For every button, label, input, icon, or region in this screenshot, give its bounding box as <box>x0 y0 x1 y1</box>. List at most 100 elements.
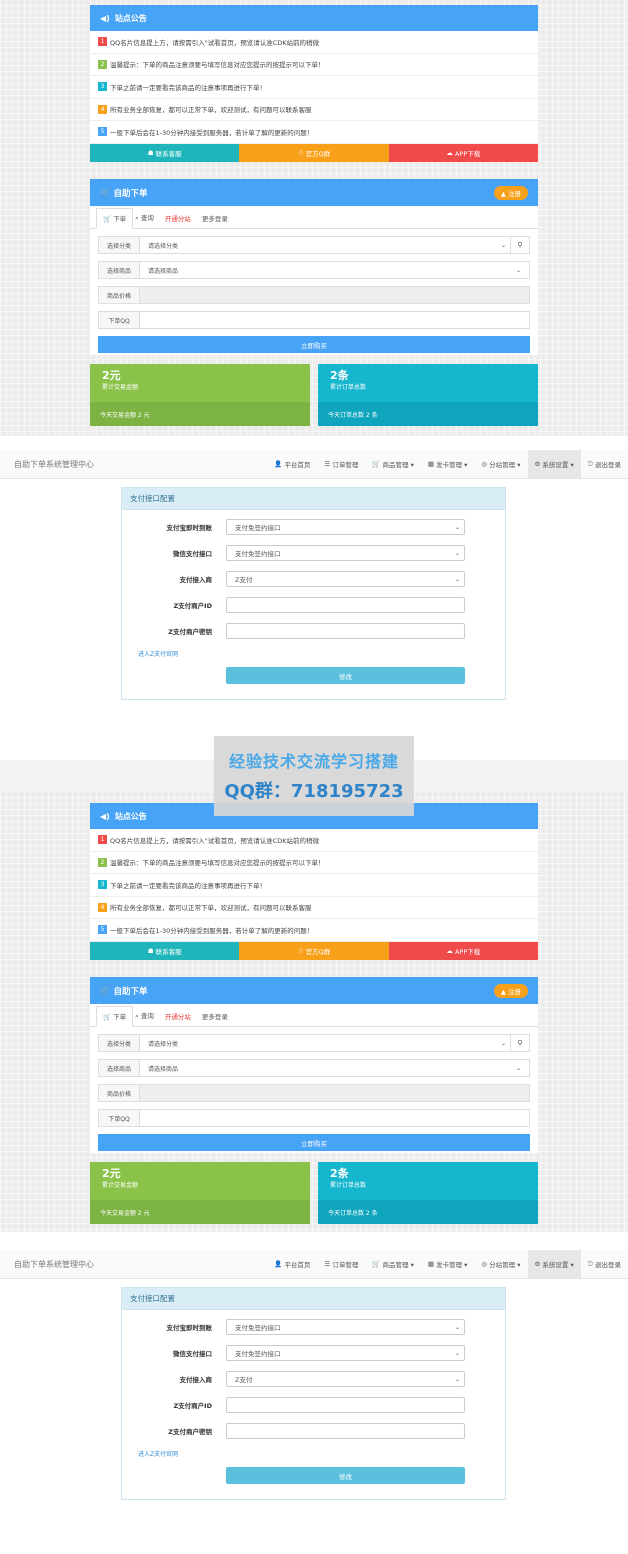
cart-icon: 🛒 <box>103 1013 114 1021</box>
merchant-key-input[interactable] <box>226 623 465 639</box>
contact-service-label: 联系客服 <box>155 149 182 158</box>
qq-input[interactable] <box>140 312 529 328</box>
watermark: 经验技术交流学习搭建 QQ群：718195723 <box>214 736 414 816</box>
contact-service-button[interactable]: ☗ 联系客服 <box>90 941 240 960</box>
save-button[interactable]: 修改 <box>226 667 465 684</box>
merchant-id-input[interactable] <box>226 1397 465 1413</box>
announcement-buttons: ☗ 联系客服 ☃ 官方Q群 ☁ APP下载 <box>90 941 538 960</box>
nav-platform-home[interactable]: 👤 平台首页 <box>267 1250 317 1278</box>
tab-query[interactable]: ⌕ 查询 <box>133 212 163 228</box>
pay-provider-value: Z支付 <box>235 576 253 584</box>
payment-config-panel: 支付接口配置 支付宝即时到账 支付免签约接口 ⌄ 微信支付接口 支付免签约接口 ⌄ 支付… <box>121 1287 506 1500</box>
nav-label: 订单管理 <box>332 461 359 469</box>
tab-open-substation[interactable]: 开通分站 <box>163 1011 200 1026</box>
goods-select[interactable]: 请选择商品 ⌄ <box>140 1060 529 1076</box>
list-icon: ☰ <box>324 1260 331 1268</box>
official-qq-group-label: 官方Q群 <box>305 947 331 956</box>
user-icon: 👤 <box>274 460 283 468</box>
wechat-pay-select[interactable]: 支付免签约接口 ⌄ <box>226 1345 465 1361</box>
tab-order[interactable]: 🛒 下单 <box>96 1006 134 1027</box>
tab-more-login[interactable]: 更多登录 <box>200 1011 237 1026</box>
list-icon: ☰ <box>324 460 331 468</box>
tab-query[interactable]: ⌕ 查询 <box>133 1010 163 1026</box>
chevron-down-icon: ⌄ <box>454 575 460 583</box>
admin-brand[interactable]: 自助下单系统管理中心 <box>14 459 94 470</box>
save-button[interactable]: 修改 <box>226 1467 465 1484</box>
nav-label: 商品管理 ▾ <box>382 461 414 469</box>
buy-now-button[interactable]: 立即购买 <box>98 1134 530 1151</box>
register-button[interactable]: ▲ 注册 <box>493 186 528 200</box>
stat-amount-today: 今天交易金额 2 元 <box>90 402 310 426</box>
qq-label: 下单QQ <box>99 1110 140 1126</box>
nav-substation-manage[interactable]: ◎ 分站管理 ▾ <box>474 1250 527 1278</box>
category-select[interactable]: 请选择分类 ⌄ <box>140 1035 510 1051</box>
nav-logout[interactable]: ⎋ 退出登录 <box>581 1250 628 1278</box>
stat-amount-label: 累计交易金额 <box>102 384 139 391</box>
official-qq-group-button[interactable]: ☃ 官方Q群 <box>239 941 389 960</box>
contact-service-button[interactable]: ☗ 联系客服 <box>90 143 240 162</box>
category-search-button[interactable]: ⚲ <box>510 1035 529 1051</box>
nav-platform-home[interactable]: 👤 平台首页 <box>267 450 317 478</box>
app-download-label: APP下载 <box>454 149 481 158</box>
nav-card-manage[interactable]: ▦ 发卡管理 ▾ <box>421 1250 475 1278</box>
register-button[interactable]: ▲ 注册 <box>493 984 528 998</box>
merchant-key-input[interactable] <box>226 1423 465 1439</box>
nav-substation-manage[interactable]: ◎ 分站管理 ▾ <box>474 450 527 478</box>
nav-system-settings[interactable]: ⚙ 系统设置 ▾ <box>527 450 581 478</box>
tab-query-label: 查询 <box>140 1012 154 1020</box>
pay-provider-value: Z支付 <box>235 1376 253 1384</box>
nav-label: 发卡管理 ▾ <box>436 461 468 469</box>
goods-value: 请选择商品 <box>148 267 179 275</box>
app-download-button[interactable]: ☁ APP下载 <box>388 143 538 162</box>
announcement-number: 1 <box>98 37 107 47</box>
buy-now-button[interactable]: 立即购买 <box>98 336 530 353</box>
nav-label: 商品管理 ▾ <box>382 1261 414 1269</box>
qq-input[interactable] <box>140 1110 529 1126</box>
tab-order[interactable]: 🛒 下单 <box>96 208 134 229</box>
watermark-line-2: QQ群：718195723 <box>224 781 404 802</box>
price-field <box>140 1085 529 1101</box>
tab-order-label: 下单 <box>113 1013 127 1021</box>
logout-icon: ⎋ <box>587 459 593 468</box>
tab-more-login[interactable]: 更多登录 <box>200 213 237 228</box>
nav-goods-manage[interactable]: 🛒 商品管理 ▾ <box>365 1250 421 1278</box>
nav-order-manage[interactable]: ☰ 订单管理 <box>317 1250 365 1278</box>
tab-open-substation[interactable]: 开通分站 <box>163 213 200 228</box>
category-search-button[interactable]: ⚲ <box>510 237 529 253</box>
official-qq-group-button[interactable]: ☃ 官方Q群 <box>239 143 389 162</box>
stat-amount-value: 2元 <box>102 369 121 382</box>
goods-select[interactable]: 请选择商品 ⌄ <box>140 262 529 278</box>
order-title: 自助下单 <box>113 986 148 997</box>
nav-logout[interactable]: ⎋ 退出登录 <box>581 450 628 478</box>
qq-row: 下单QQ <box>98 1109 530 1127</box>
order-panel: 🛒 自助下单 ▲ 注册 🛒 下单 ⌕ 查询 开通分站 更多登录 选择分类 请选择… <box>90 179 538 355</box>
cart-icon: 🛒 <box>103 215 114 223</box>
wechat-pay-select[interactable]: 支付免签约接口 ⌄ <box>226 545 465 561</box>
zpay-official-link[interactable]: 进入Z支付官网 <box>138 1449 178 1458</box>
alipay-select[interactable]: 支付免签约接口 ⌄ <box>226 519 465 535</box>
stat-amount-label: 累计交易金额 <box>102 1182 139 1189</box>
merchant-id-input[interactable] <box>226 597 465 613</box>
app-download-button[interactable]: ☁ APP下载 <box>388 941 538 960</box>
category-select[interactable]: 请选择分类 ⌄ <box>140 237 510 253</box>
user-icon: 👤 <box>274 1260 283 1268</box>
pay-provider-select[interactable]: Z支付 ⌄ <box>226 1371 465 1387</box>
alipay-select[interactable]: 支付免签约接口 ⌄ <box>226 1319 465 1335</box>
chevron-down-icon: ⌄ <box>500 241 506 249</box>
announcement-item: 4 所有业务全部恢复，都可以正常下单，欢迎测试，有问题可以联系客服 <box>90 897 538 919</box>
nav-system-settings[interactable]: ⚙ 系统设置 ▾ <box>527 1250 581 1278</box>
announcement-text: QQ名片信息提上方，请按需引入"试看首页，预览请认准CDK站前的稍微 <box>110 38 320 47</box>
nav-label: 退出登录 <box>595 461 621 469</box>
pay-provider-select[interactable]: Z支付 ⌄ <box>226 571 465 587</box>
nav-order-manage[interactable]: ☰ 订单管理 <box>317 450 365 478</box>
nav-goods-manage[interactable]: 🛒 商品管理 ▾ <box>365 450 421 478</box>
admin-brand[interactable]: 自助下单系统管理中心 <box>14 1259 94 1270</box>
nav-card-manage[interactable]: ▦ 发卡管理 ▾ <box>421 450 475 478</box>
qq-icon: ☃ <box>297 946 306 955</box>
announcement-item: 1 QQ名片信息提上方，请按需引入"试看首页，预览请认准CDK站前的稍微 <box>90 829 538 852</box>
speaker-icon: ◀) <box>100 13 110 23</box>
wechat-pay-label: 微信支付接口 <box>173 550 212 558</box>
user-icon: ▲ <box>500 190 508 198</box>
nav-label: 系统设置 ▾ <box>542 1261 574 1269</box>
zpay-official-link[interactable]: 进入Z支付官网 <box>138 649 178 658</box>
